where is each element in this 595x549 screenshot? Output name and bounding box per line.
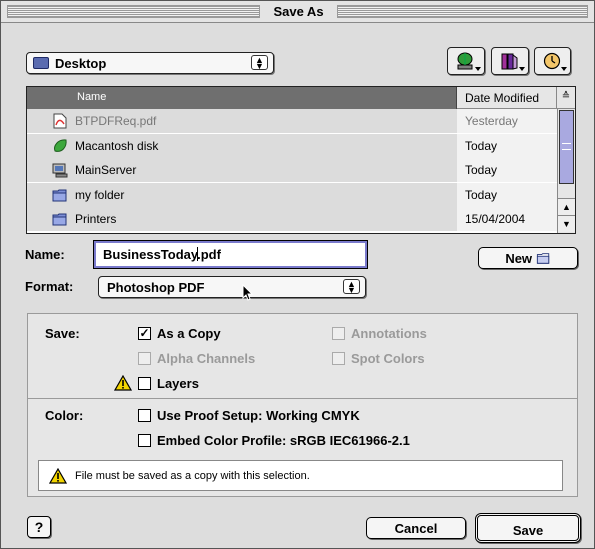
favorites-icon [501, 53, 518, 70]
popup-arrows-icon: ▲ ▼ [251, 55, 268, 71]
window-title: Save As [273, 4, 324, 19]
scroll-thumb[interactable] [559, 110, 574, 184]
file-rows: BTPDFReq.pdf Yesterday Macantosh disk To… [27, 109, 557, 232]
filename-text-before-cursor: BusinessToday [103, 247, 199, 262]
save-options-group: Save: ✓ As a Copy Annotations Alpha Chan… [27, 313, 578, 497]
section-divider [28, 398, 577, 399]
help-button[interactable]: ? [27, 516, 51, 538]
format-selected: Photoshop PDF [107, 280, 205, 295]
recent-button[interactable] [534, 47, 571, 75]
embed-profile-label: Embed Color Profile: sRGB IEC61966-2.1 [157, 433, 410, 448]
chevron-down-icon [561, 67, 567, 71]
save-section-label: Save: [45, 326, 80, 341]
scroll-down-arrow-icon[interactable]: ▼ [558, 215, 575, 232]
warning-note-text: File must be saved as a copy with this s… [75, 470, 310, 482]
proof-setup-checkbox[interactable]: Use Proof Setup: Working CMYK [138, 408, 360, 423]
network-button[interactable] [447, 47, 485, 75]
warning-note: File must be saved as a copy with this s… [38, 460, 563, 491]
title-bar[interactable]: Save As [1, 1, 594, 23]
list-item[interactable]: Printers 15/04/2004 [27, 207, 557, 232]
list-item-date: Today [465, 138, 498, 153]
cancel-button-label: Cancel [394, 521, 438, 536]
format-label: Format: [25, 279, 74, 294]
server-icon [52, 163, 68, 178]
pdf-file-icon [53, 113, 67, 129]
color-section-label: Color: [45, 408, 84, 423]
chevron-down-icon [519, 67, 525, 71]
list-item-name: Printers [75, 212, 117, 226]
location-popup[interactable]: Desktop ▲ ▼ [26, 52, 274, 74]
list-item-name: Macantosh disk [75, 138, 159, 153]
scroll-up-arrow-icon[interactable]: ▲ [558, 198, 575, 215]
warning-icon [49, 468, 67, 484]
chevron-down-icon [475, 67, 481, 71]
location-label: Desktop [55, 56, 107, 71]
new-folder-button[interactable]: New [478, 247, 578, 269]
list-item[interactable]: BTPDFReq.pdf Yesterday [27, 109, 557, 134]
spot-colors-label: Spot Colors [351, 351, 425, 366]
filename-input[interactable]: BusinessToday.pdf [93, 240, 368, 269]
favorites-button[interactable] [491, 47, 529, 75]
desktop-icon [33, 57, 49, 69]
filename-text-after-cursor: .pdf [197, 247, 221, 262]
folder-icon [52, 213, 67, 226]
column-header-date[interactable]: Date Modified [457, 87, 557, 109]
file-list: Name Date Modified ≙ BTPDFReq.pdf Yester… [26, 86, 576, 234]
save-button-label: Save [512, 523, 544, 538]
list-item-name: my folder [75, 187, 125, 202]
layers-label: Layers [157, 376, 199, 391]
cancel-button[interactable]: Cancel [366, 517, 466, 539]
as-a-copy-label: As a Copy [157, 326, 221, 341]
layers-checkbox[interactable]: Layers [138, 376, 199, 391]
recent-icon [543, 52, 561, 70]
mouse-pointer-icon [242, 284, 254, 301]
list-item-name: MainServer [75, 163, 137, 177]
column-header-name[interactable]: Name [27, 87, 457, 109]
list-item-date: Yesterday [465, 114, 518, 128]
alpha-channels-checkbox: Alpha Channels [138, 351, 255, 366]
alpha-channels-label: Alpha Channels [157, 351, 256, 366]
embed-profile-checkbox[interactable]: Embed Color Profile: sRGB IEC61966-2.1 [138, 433, 410, 448]
save-as-dialog: Save As Desktop ▲ ▼ Name Date Modified ≙… [0, 0, 595, 549]
grip-icon [562, 143, 571, 150]
new-folder-icon [536, 253, 549, 264]
save-button[interactable]: Save [475, 513, 581, 543]
list-item-name: BTPDFReq.pdf [75, 114, 157, 128]
proof-setup-label: Use Proof Setup: Working CMYK [157, 408, 360, 423]
sort-direction-icon[interactable]: ≙ [557, 87, 575, 109]
list-item-date: Today [465, 163, 498, 177]
warning-icon [114, 375, 132, 391]
format-popup[interactable]: Photoshop PDF ▲ ▼ [98, 276, 366, 298]
list-item[interactable]: my folder Today [27, 182, 557, 207]
annotations-checkbox: Annotations [332, 326, 427, 341]
help-icon: ? [34, 519, 44, 535]
file-list-header: Name Date Modified ≙ [27, 87, 575, 109]
title-stripes-right [337, 5, 588, 18]
title-stripes-left [7, 5, 260, 18]
disk-icon [54, 138, 67, 152]
checkmark-icon: ✓ [138, 326, 151, 340]
list-item-date: Today [465, 187, 498, 202]
popup-arrows-icon: ▲ ▼ [343, 279, 360, 295]
list-item[interactable]: MainServer Today [27, 158, 557, 183]
list-item[interactable]: Macantosh disk Today [27, 133, 557, 158]
as-a-copy-checkbox[interactable]: ✓ As a Copy [138, 326, 221, 341]
vertical-scrollbar[interactable]: ▲ ▼ [557, 109, 575, 233]
list-item-date: 15/04/2004 [465, 212, 526, 226]
folder-icon [52, 189, 67, 201]
annotations-label: Annotations [351, 326, 427, 341]
network-icon [457, 52, 473, 70]
spot-colors-checkbox: Spot Colors [332, 351, 425, 366]
new-folder-button-label: New [505, 251, 533, 266]
name-label: Name: [25, 247, 65, 262]
